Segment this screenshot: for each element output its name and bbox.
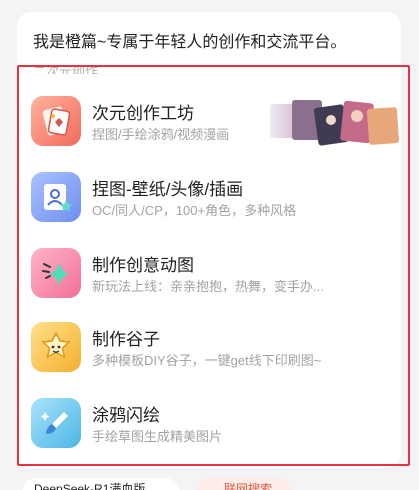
model-chip[interactable]: DeepSeek-R1满血版: [22, 478, 180, 490]
feature-item-goods[interactable]: 制作谷子 多种模板DIY谷子，一键get线下印刷图~: [31, 322, 391, 378]
intro-text: 我是橙篇~专属于年轻人的创作和交流平台。: [33, 34, 347, 51]
model-chip-label: DeepSeek-R1满血版: [34, 482, 146, 490]
star-badge-icon: [31, 322, 81, 372]
item-subtitle: OC/同人/CP，100+角色，多种风格: [92, 203, 297, 218]
anime-thumbnail-strip: [256, 96, 406, 148]
item-subtitle: 新玩法上线：亲亲抱抱，热舞，变手办...: [92, 279, 324, 294]
item-subtitle: 手绘草图生成精美图片: [92, 429, 223, 444]
feature-item-doodle[interactable]: 涂鸦闪绘 手绘草图生成精美图片: [31, 398, 391, 454]
item-title: 次元创作工坊: [92, 104, 194, 123]
sparkle-icon: [31, 248, 81, 298]
item-subtitle: 多种模板DIY谷子，一键get线下印刷图~: [92, 353, 322, 368]
item-title: 制作创意动图: [92, 256, 194, 275]
web-search-chip-label: 联网搜索: [224, 482, 273, 490]
web-search-chip[interactable]: 联网搜索: [196, 478, 292, 490]
portrait-star-icon: [31, 172, 81, 222]
item-title: 捏图-壁纸/头像/插画: [92, 180, 244, 199]
brush-icon: [31, 398, 81, 448]
item-title: 制作谷子: [92, 330, 160, 349]
feature-item-creative-gif[interactable]: 制作创意动图 新玩法上线：亲亲抱抱，热舞，变手办...: [31, 248, 391, 304]
feature-item-pinch-art[interactable]: 捏图-壁纸/头像/插画 OC/同人/CP，100+角色，多种风格: [31, 172, 391, 228]
item-subtitle: 捏图/手绘涂鸦/视频漫画: [92, 127, 230, 142]
card-art-icon: [31, 96, 81, 146]
item-title: 涂鸦闪绘: [92, 406, 160, 425]
